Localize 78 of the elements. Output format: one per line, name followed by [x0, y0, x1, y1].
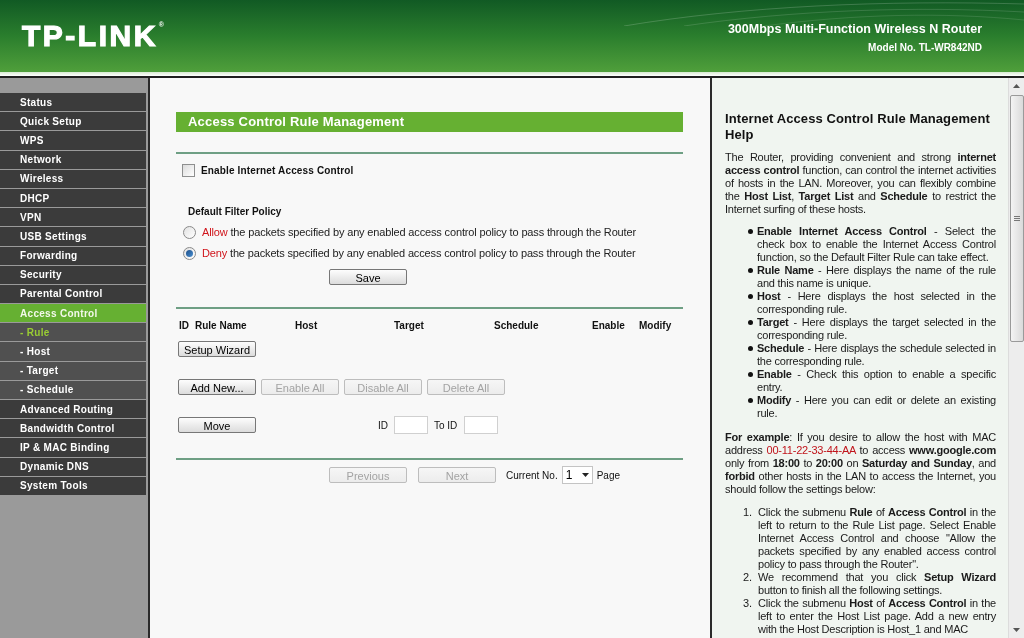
column-header: Target [394, 319, 424, 331]
step-number: 1. [743, 506, 754, 519]
scroll-up-icon[interactable] [1013, 84, 1020, 88]
help-list-item: Schedule - Here displays the schedule selected in the corresponding rule. [757, 342, 996, 368]
setup-wizard-button[interactable]: Setup Wizard [178, 341, 256, 357]
help-step: We recommend that you click Setup Wizard button to finish all the following settings. [758, 571, 996, 597]
product-name: 300Mbps Multi-Function Wireless N Router [727, 21, 982, 37]
id-label: ID [378, 418, 388, 433]
menu-item[interactable]: IP & MAC Binding [0, 438, 146, 457]
grip-icon [1013, 216, 1020, 221]
menu-item[interactable]: Dynamic DNS [0, 457, 146, 476]
menu-item[interactable]: Security [0, 265, 146, 284]
scroll-down-icon[interactable] [1013, 628, 1020, 632]
bullet-icon [748, 229, 753, 234]
column-header: ID [179, 319, 189, 331]
policy-heading: Default Filter Policy [188, 205, 282, 218]
column-header: Modify [639, 319, 672, 331]
menu-item[interactable]: VPN [0, 208, 146, 227]
step-number: 2. [743, 571, 754, 584]
help-list-item: Host - Here displays the host selected in the corresponding rule. [757, 290, 996, 316]
help-step: Click the submenu Rule of Access Control in the left to return to the Rule List page. Select Enable Internet Access Control and choose "Allow the packets specified by any enabled access control policy to pass through the Router". [758, 506, 996, 571]
radio-label: Allow the packets specified by any enabled access control policy to pass through the Router [202, 225, 636, 241]
menu-item[interactable]: WPS [0, 131, 146, 150]
radio-button[interactable] [183, 247, 196, 260]
column-header: Host [295, 319, 318, 331]
menu-item[interactable]: Forwarding [0, 246, 146, 265]
menu-item[interactable]: Bandwidth Control [0, 419, 146, 438]
column-header: Schedule [494, 319, 539, 331]
bullet-icon [748, 268, 753, 273]
logo: TP-LINK [22, 21, 158, 51]
help-step: Click the submenu Host of Access Control in the left to enter the Host List page. Add a new entry with the Host Description is Host_1 and MAC [758, 597, 996, 636]
help-list-item: Modify - Here you can edit or delete an existing rule. [757, 394, 996, 420]
to-id-label: To ID [434, 418, 458, 433]
to-id-input[interactable] [464, 416, 499, 434]
submenu-item[interactable]: - Rule [0, 323, 146, 342]
menu-item[interactable]: Network [0, 150, 146, 169]
action-button[interactable]: Add New... [178, 379, 256, 395]
submenu-item[interactable]: - Target [0, 361, 146, 380]
help-title: Internet Access Control Rule Management Help [725, 111, 991, 143]
submenu-item[interactable]: - Host [0, 342, 146, 361]
scrollbar-track[interactable] [1008, 78, 1024, 638]
page-label: Page [596, 468, 621, 483]
submenu-item[interactable]: - Schedule [0, 380, 146, 399]
bullet-icon [748, 320, 753, 325]
help-paragraph: For example: If you desire to allow the host with MAC address 00-11-22-33-44-AA to access www.google.com only from 18:00 to 20:00 on Saturday and Sunday, and forbid other hosts in the LAN to access the Internet, you should follow the settings below: [725, 431, 996, 496]
help-list-item: Target - Here displays the target selected in the corresponding rule. [757, 316, 996, 342]
current-page-label: Current No. [506, 468, 558, 483]
menu-item[interactable]: Status [0, 93, 146, 112]
help-list-item: Rule Name - Here displays the name of the rule and this name is unique. [757, 264, 996, 290]
bullet-icon [748, 294, 753, 299]
section-title: Access Control Rule Management [176, 112, 683, 132]
caret-icon [581, 473, 589, 477]
column-header: Enable [592, 319, 625, 331]
menu-item[interactable]: Advanced Routing [0, 400, 146, 419]
menu-item[interactable]: USB Settings [0, 227, 146, 246]
scrollbar-thumb[interactable] [1009, 95, 1024, 342]
menu-item[interactable]: Quick Setup [0, 112, 146, 131]
step-number: 3. [743, 597, 754, 610]
save-button[interactable]: Save [329, 269, 407, 285]
help-paragraph: The Router, providing convenient and strong internet access control function, can control the internet activities of hosts in the LAN. Moreover, you can flexibly combine the Host List, Target List and Schedule to restrict the Internet surfing of these hosts. [725, 151, 996, 216]
menu-item[interactable]: Wireless [0, 169, 146, 188]
bullet-icon [748, 346, 753, 351]
menu-item[interactable]: Parental Control [0, 284, 146, 304]
help-list-item: Enable Internet Access Control - Select the check box to enable the Internet Access Control function, so the Default Filter Rule can take effect. [757, 225, 996, 264]
move-button[interactable]: Move [178, 417, 256, 433]
bullet-icon [748, 372, 753, 377]
help-list-item: Enable - Check this option to enable a specific entry. [757, 368, 996, 394]
bullet-icon [748, 398, 753, 403]
checkbox-label: Enable Internet Access Control [201, 163, 354, 178]
checkbox[interactable] [182, 163, 195, 177]
page-select[interactable]: 1 [561, 466, 593, 484]
radio-button[interactable] [183, 226, 196, 239]
model-number: Model No. TL-WR842ND [868, 41, 982, 55]
menu-item[interactable]: System Tools [0, 476, 146, 495]
id-input[interactable] [394, 416, 428, 434]
radio-label: Deny the packets specified by any enabled access control policy to pass through the Router [202, 246, 636, 262]
column-header: Rule Name [195, 319, 247, 331]
menu-item[interactable]: DHCP [0, 188, 146, 208]
